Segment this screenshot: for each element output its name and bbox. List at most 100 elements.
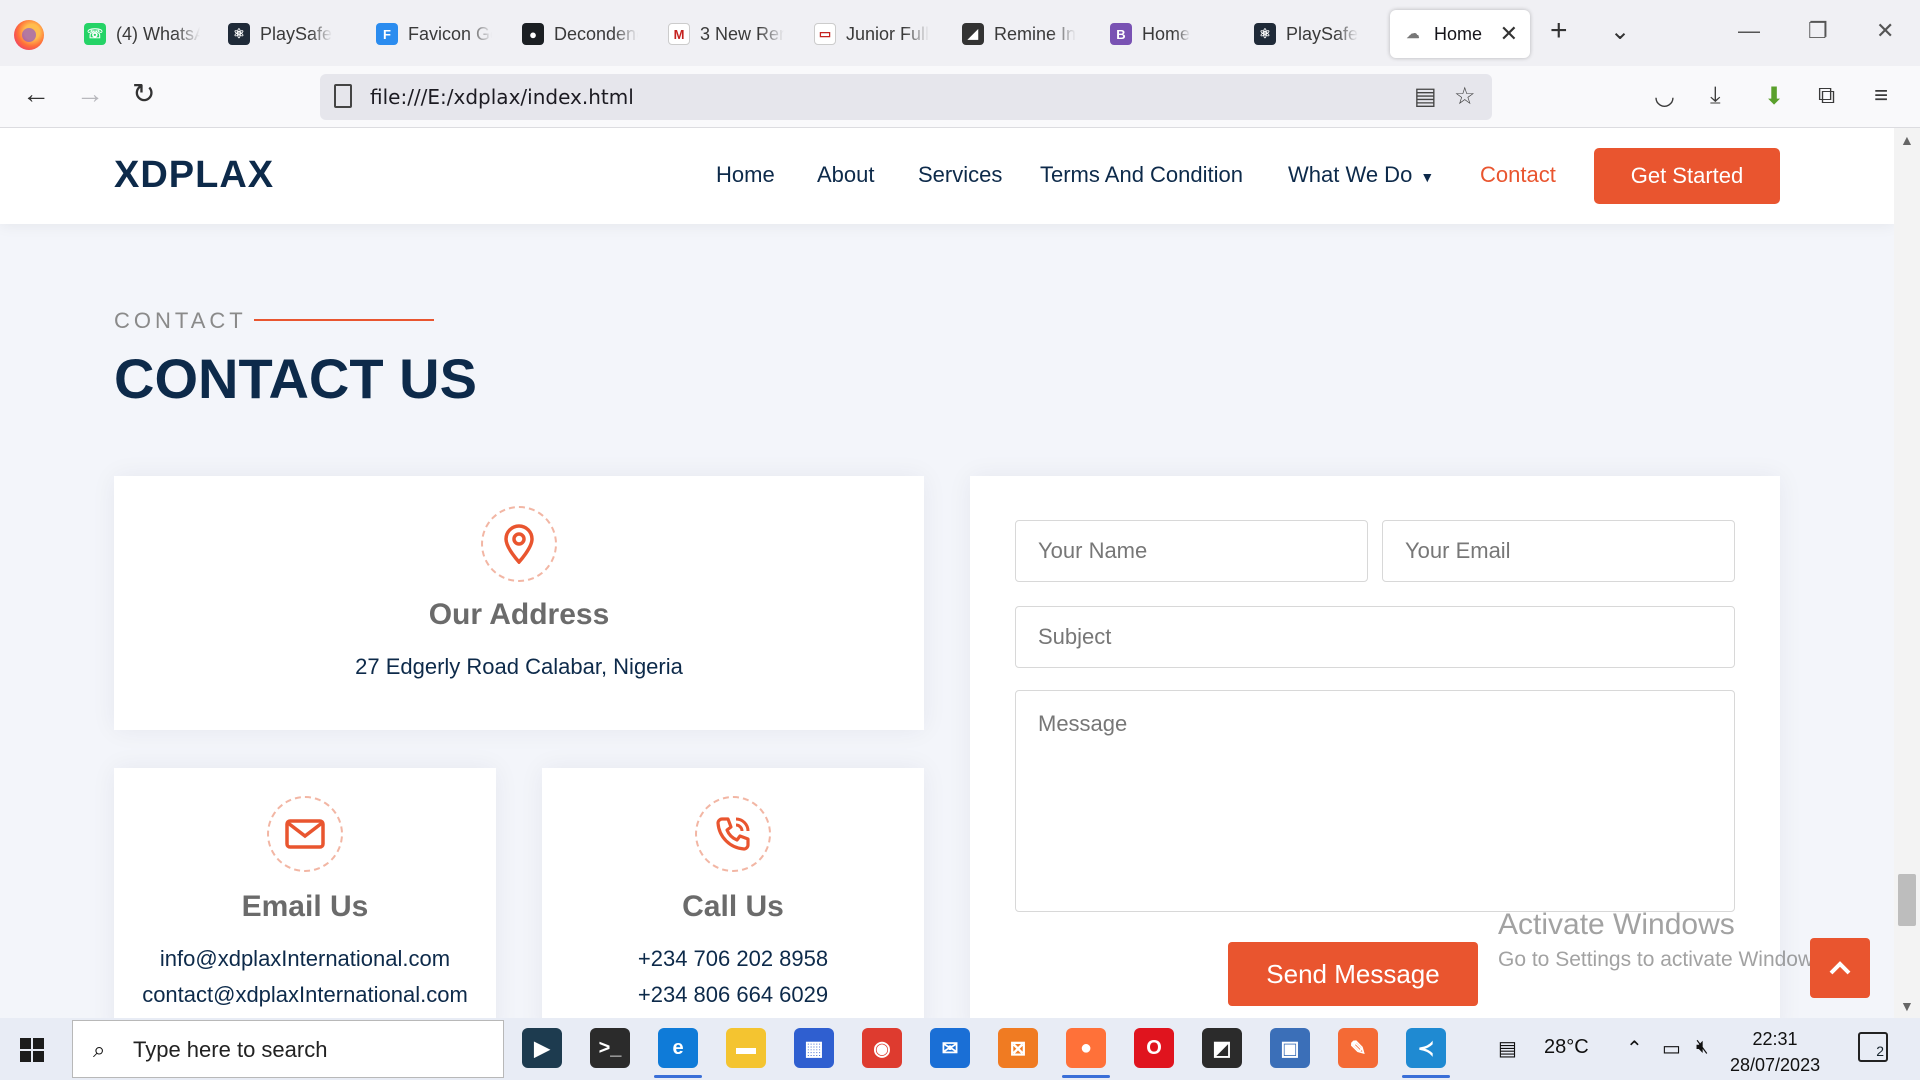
clock-time: 22:31 (1752, 1029, 1798, 1049)
menu-terms[interactable]: Terms And Condition (1040, 162, 1243, 188)
subject-field[interactable] (1015, 606, 1735, 668)
vscode-icon[interactable]: ≺ (1402, 1028, 1450, 1078)
tab-3[interactable]: F Favicon Generator (364, 10, 504, 58)
tab-2[interactable]: ⚛ PlaySafe (216, 10, 356, 58)
tab-label: Decondence (554, 23, 638, 44)
notification-count: 2 (1876, 1043, 1884, 1059)
menu-contact[interactable]: Contact (1480, 162, 1556, 188)
tab-6[interactable]: ▭ Junior Full (802, 10, 942, 58)
firefox-menu-icon[interactable] (14, 20, 44, 50)
phone-2[interactable]: +234 806 664 6029 (542, 982, 924, 1008)
whatsapp-icon: ☏ (84, 23, 106, 45)
new-tab-button[interactable]: + (1550, 16, 1568, 46)
phone-card: Call Us +234 706 202 8958 +234 806 664 6… (542, 768, 924, 1018)
watermark-subtitle: Go to Settings to activate Windows. (1498, 948, 1830, 971)
menu-what-we-do[interactable]: What We Do ▼ (1288, 162, 1434, 188)
message-field[interactable] (1015, 690, 1735, 912)
reload-icon[interactable]: ↻ (132, 80, 155, 108)
speaker-muted-icon[interactable]: 🔇︎ (1696, 1036, 1709, 1059)
store-icon[interactable]: ▦ (794, 1028, 834, 1068)
tab-5[interactable]: M 3 New Rem (656, 10, 796, 58)
tab-7[interactable]: ◢ Remine In (950, 10, 1090, 58)
section-title: CONTACT US (114, 347, 477, 410)
scrollbar-thumb[interactable] (1898, 874, 1916, 926)
bookmark-star-icon[interactable]: ☆ (1454, 82, 1476, 111)
page-viewport: XDPLAX Home About Services Terms And Con… (0, 128, 1894, 1018)
camera-icon[interactable]: ▭ (1662, 1036, 1681, 1061)
chevron-down-icon: ▼ (1420, 169, 1435, 185)
xampp-icon[interactable]: ⊠ (998, 1028, 1038, 1068)
react-icon: ⚛ (1254, 23, 1276, 45)
mail-icon[interactable]: ✉ (930, 1028, 970, 1068)
name-field[interactable] (1015, 520, 1368, 582)
opera-icon[interactable]: O (1134, 1028, 1174, 1068)
gmail-icon: M (668, 23, 690, 45)
reader-view-icon[interactable]: ▤ (1414, 82, 1437, 111)
sticky-notes-icon[interactable]: ◩ (1202, 1028, 1242, 1068)
downloads-icon[interactable]: ⤓ (1710, 82, 1721, 110)
bootstrap-icon: B (1110, 23, 1132, 45)
email-2[interactable]: contact@xdplaxInternational.com (114, 982, 496, 1008)
site-logo[interactable]: XDPLAX (114, 154, 274, 197)
back-icon[interactable]: ← (22, 80, 50, 108)
menu-services[interactable]: Services (918, 162, 1002, 188)
tab-label: (4) WhatsApp (116, 23, 200, 44)
scroll-up-arrow-icon[interactable]: ▲ (1900, 132, 1914, 148)
favicon-icon: F (376, 23, 398, 45)
menu-about[interactable]: About (817, 162, 875, 188)
taskbar-search[interactable]: ⌕ Type here to search (72, 1020, 504, 1078)
terminal-icon[interactable]: >_ (590, 1028, 630, 1068)
tab-1[interactable]: ☏ (4) WhatsApp (72, 10, 212, 58)
tab-label: Home (1142, 23, 1191, 44)
close-tab-icon[interactable]: ✕ (1500, 21, 1518, 47)
extension-download-icon[interactable]: ⬇ (1764, 82, 1784, 111)
scroll-down-arrow-icon[interactable]: ▼ (1900, 998, 1914, 1014)
menu-home[interactable]: Home (716, 162, 775, 188)
firefox-icon[interactable]: ● (1062, 1028, 1110, 1078)
address-bar[interactable]: file:///E:/xdplax/index.html ▤ ☆ (320, 74, 1492, 120)
extensions-icon[interactable]: ⧉ (1818, 82, 1835, 110)
github-icon: ● (522, 23, 544, 45)
tab-4[interactable]: ● Decondence (510, 10, 650, 58)
email-heading: Email Us (241, 890, 369, 923)
tray-overflow-chevron-icon[interactable]: ⌃ (1626, 1036, 1643, 1061)
weather-text[interactable]: 28°C (1544, 1036, 1589, 1059)
email-field[interactable] (1382, 520, 1735, 582)
notification-center-icon[interactable]: 2 (1858, 1032, 1888, 1062)
restore-icon[interactable]: ❐ (1808, 18, 1828, 44)
email-1[interactable]: info@xdplaxInternational.com (114, 946, 496, 972)
jetbrains-icon[interactable]: ▶ (522, 1028, 562, 1068)
file-explorer-icon[interactable]: ▬ (726, 1028, 766, 1068)
page-scrollbar[interactable]: ▲ ▼ (1894, 128, 1920, 1018)
email-card: Email Us info@xdplaxInternational.com co… (114, 768, 496, 1018)
close-window-icon[interactable]: ✕ (1876, 18, 1894, 44)
tab-8[interactable]: B Home (1098, 10, 1238, 58)
chrome-icon[interactable]: ◉ (862, 1028, 902, 1068)
get-started-button[interactable]: Get Started (1594, 148, 1780, 204)
remote-desktop-icon[interactable]: ▣ (1270, 1028, 1310, 1068)
list-tabs-chevron-icon[interactable]: ⌄ (1610, 20, 1630, 44)
search-placeholder: Type here to search (133, 1037, 328, 1062)
windows-start-icon[interactable] (20, 1038, 44, 1062)
address-text: 27 Edgerly Road Calabar, Nigeria (355, 654, 683, 679)
phone-1[interactable]: +234 706 202 8958 (542, 946, 924, 972)
address-heading: Our Address (428, 598, 610, 631)
site-header: XDPLAX Home About Services Terms And Con… (0, 128, 1894, 224)
system-clock[interactable]: 22:31 28/07/2023 (1730, 1026, 1820, 1078)
minimize-icon[interactable]: — (1738, 18, 1760, 44)
app-menu-icon[interactable]: ≡ (1874, 82, 1888, 110)
tab-label: PlaySafe (1286, 23, 1359, 44)
watermark-title: Activate Windows (1498, 908, 1735, 941)
tab-label: Home (1434, 23, 1483, 44)
tab-9[interactable]: ⚛ PlaySafe (1242, 10, 1382, 58)
back-to-top-button[interactable] (1810, 938, 1870, 998)
edge-icon[interactable]: e (654, 1028, 702, 1078)
postman-icon[interactable]: ✎ (1338, 1028, 1378, 1068)
send-message-button[interactable]: Send Message (1228, 942, 1478, 1006)
news-widget-icon[interactable]: ▤ (1498, 1036, 1517, 1061)
pocket-icon[interactable]: ◡ (1654, 82, 1675, 111)
forward-icon[interactable]: → (76, 80, 104, 108)
url-text[interactable]: file:///E:/xdplax/index.html (370, 85, 634, 109)
page-info-icon[interactable] (334, 84, 352, 108)
tab-active[interactable]: ☁ Home ✕ (1390, 10, 1530, 58)
